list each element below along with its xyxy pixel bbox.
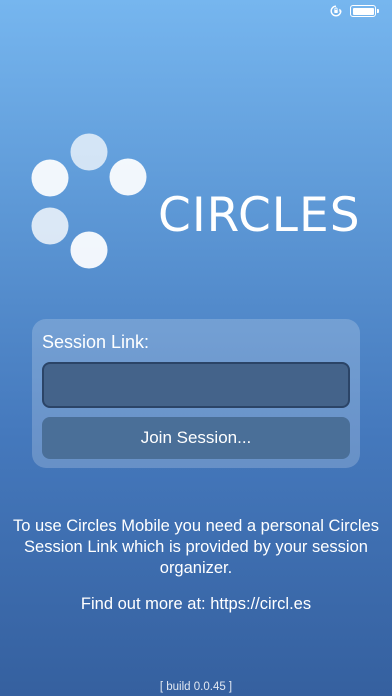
session-link-label: Session Link: — [42, 332, 150, 352]
orientation-lock-icon — [330, 5, 342, 17]
build-version: [ build 0.0.45 ] — [159, 681, 233, 693]
info-message: To use Circles Mobile you need a persona… — [13, 517, 379, 577]
join-session-button[interactable]: Join Session... — [42, 417, 350, 459]
logo-wordmark: CIRCLES — [158, 188, 361, 243]
battery-icon — [350, 5, 379, 17]
session-card: Session Link: Join Session... — [32, 319, 360, 468]
status-bar — [0, 0, 392, 22]
circles-logo-icon — [31, 133, 147, 269]
session-link-input[interactable] — [42, 362, 350, 408]
find-out-more-link[interactable]: Find out more at: https://circl.es — [10, 594, 382, 615]
circles-logo: CIRCLES — [28, 130, 368, 280]
